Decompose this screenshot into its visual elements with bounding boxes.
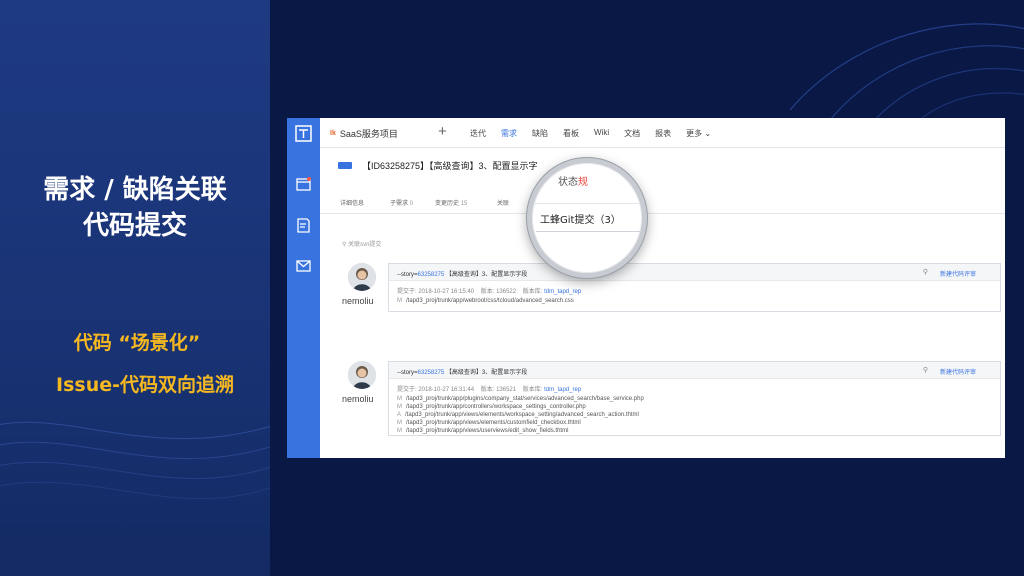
nav-item-defects[interactable]: 缺陷 (532, 128, 548, 139)
search-icon: ⚲ (342, 242, 347, 248)
commit-search[interactable]: ⚲ 关联svn提交 (342, 239, 381, 248)
tab-change-history[interactable]: 变更历史 15 (435, 198, 467, 207)
wave-decoration (0, 421, 270, 500)
document-icon[interactable] (295, 217, 312, 234)
story-type-badge (338, 162, 352, 169)
story-link[interactable]: 63258275 (418, 272, 445, 278)
app-topbar: Ik SaaS服务项目 + 迭代 需求 缺陷 看板 Wiki 文档 报表 更多 … (320, 118, 1005, 148)
project-logo: Ik (330, 130, 336, 137)
changed-file[interactable]: A/tapd3_proj/trunk/app/views/elements/wo… (389, 411, 1000, 419)
detail-tabs: 详细信息 子需求 0 变更历史 15 关联 (320, 192, 1005, 214)
commit-entry: nemoliu --story=63258275 【高级查询】3、配置显示字段 … (338, 361, 1001, 458)
nav-item-wiki[interactable]: Wiki (594, 128, 609, 139)
magnifier-lens: 状态规 工蜂Git提交（3） (527, 158, 647, 278)
story-link[interactable]: 63258275 (418, 370, 445, 376)
app-window: Ik SaaS服务项目 + 迭代 需求 缺陷 看板 Wiki 文档 报表 更多 … (287, 118, 1005, 458)
slide-title-line1: 需求 / 缺陷关联 (43, 175, 227, 205)
create-code-review-button[interactable]: 新建代码评审 (940, 269, 976, 278)
tab-sub-requirements[interactable]: 子需求 0 (390, 198, 413, 207)
project-name: SaaS服务项目 (339, 129, 398, 139)
commit-meta: 提交于: 2018-10-27 16:15:40 版本: 136522 版本库:… (397, 289, 582, 295)
changed-file[interactable]: M/tapd3_proj/trunk/app/webroot/css/tclou… (389, 297, 1000, 305)
main-content: 【ID63258275】【高级查询】3、配置显示字 详细信息 子需求 0 变更历… (320, 148, 1005, 458)
left-panel: 需求 / 缺陷关联 代码提交 代码 “场景化” Issue-代码双向追溯 (0, 0, 270, 576)
slide-title-line2: 代码提交 (82, 211, 187, 241)
tab-related[interactable]: 关联 (497, 198, 509, 207)
commit-header: --story=63258275 【高级查询】3、配置显示字段 ⚲ 新建代码评审 (389, 362, 1000, 379)
lens-tab-underline (536, 231, 640, 232)
commit-author: nemoliu (342, 394, 374, 404)
commit-header: --story=63258275 【高级查询】3、配置显示字段 ⚲ 新建代码评审 (389, 264, 1000, 281)
commit-author: nemoliu (342, 296, 374, 306)
changed-file[interactable]: M/tapd3_proj/trunk/app/views/userviews/e… (389, 427, 1000, 435)
tab-details[interactable]: 详细信息 (340, 198, 364, 207)
slide-subtitle1: 代码 “场景化” (73, 332, 201, 354)
app-sidebar (287, 118, 320, 458)
repo-link[interactable]: tdm_tapd_rep (544, 387, 581, 393)
project-switcher[interactable]: Ik SaaS服务项目 (330, 127, 398, 140)
create-code-review-button[interactable]: 新建代码评审 (940, 367, 976, 376)
avatar (348, 263, 376, 291)
commit-card: --story=63258275 【高级查询】3、配置显示字段 ⚲ 新建代码评审… (388, 361, 1001, 436)
search-icon[interactable]: ⚲ (923, 268, 928, 276)
nav-item-docs[interactable]: 文档 (624, 128, 640, 139)
nav-item-more[interactable]: 更多 ⌄ (686, 128, 711, 139)
changed-file[interactable]: M/tapd3_proj/trunk/app/views/elements/cu… (389, 419, 1000, 427)
search-placeholder: 关联svn提交 (348, 242, 382, 248)
top-nav: 迭代 需求 缺陷 看板 Wiki 文档 报表 更多 ⌄ (470, 128, 726, 139)
commit-meta: 提交于: 2018-10-27 16:31:44 版本: 136521 版本库:… (397, 387, 582, 393)
changed-file[interactable]: M/tapd3_proj/trunk/app/controllers/works… (389, 403, 1000, 411)
lens-status: 状态规 (558, 177, 588, 188)
nav-item-requirements[interactable]: 需求 (501, 128, 517, 139)
repo-link[interactable]: tdm_tapd_rep (544, 289, 581, 295)
changed-file[interactable]: M/tapd3_proj/trunk/app/plugins/company_s… (389, 395, 1000, 403)
inbox-icon[interactable] (295, 176, 312, 193)
nav-item-board[interactable]: 看板 (563, 128, 579, 139)
commit-entry: nemoliu --story=63258275 【高级查询】3、配置显示字段 … (338, 263, 1001, 343)
mail-icon[interactable] (295, 257, 312, 274)
add-icon[interactable]: + (438, 123, 447, 140)
nav-item-iteration[interactable]: 迭代 (470, 128, 486, 139)
nav-item-reports[interactable]: 报表 (655, 128, 671, 139)
lens-divider (532, 203, 642, 204)
tab-git-commits[interactable]: 工蜂Git提交（3） (540, 211, 621, 226)
avatar (348, 361, 376, 389)
search-icon[interactable]: ⚲ (923, 366, 928, 374)
app-logo-icon[interactable] (295, 125, 312, 142)
story-header: 【ID63258275】【高级查询】3、配置显示字 (320, 148, 1005, 182)
commit-card: --story=63258275 【高级查询】3、配置显示字段 ⚲ 新建代码评审… (388, 263, 1001, 312)
slide-subtitle2: Issue-代码双向追溯 (56, 374, 234, 396)
story-title: 【ID63258275】【高级查询】3、配置显示字 (362, 161, 538, 171)
